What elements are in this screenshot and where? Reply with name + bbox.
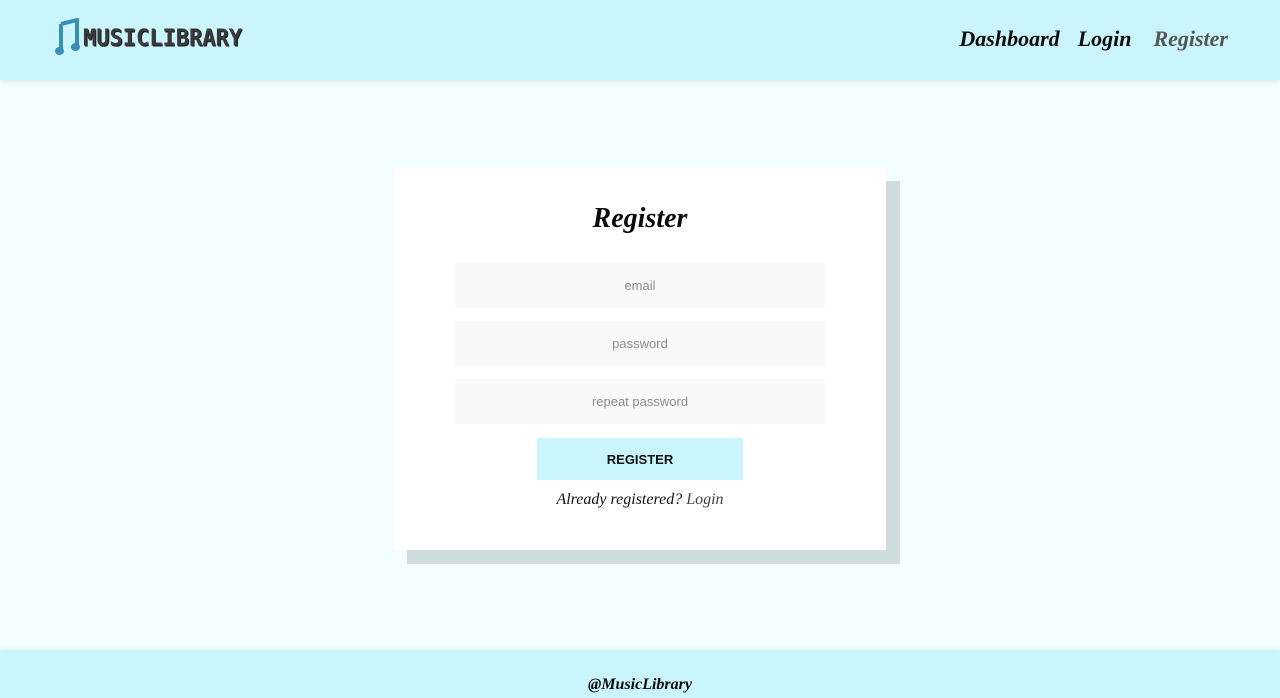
main-nav: Dashboard Login Register <box>959 26 1228 52</box>
register-card: Register REGISTER Already registered? Lo… <box>394 168 886 550</box>
header: MUSICLIBRARY Dashboard Login Register <box>0 0 1280 80</box>
logo-text: MUSICLIBRARY <box>83 24 242 52</box>
nav-register-link[interactable]: Register <box>1153 26 1228 52</box>
repeat-password-field[interactable] <box>455 379 825 424</box>
footer: @MusicLibrary <box>0 650 1280 698</box>
register-button[interactable]: REGISTER <box>537 438 743 480</box>
login-link[interactable]: Login <box>686 491 723 508</box>
logo[interactable]: MUSICLIBRARY <box>55 18 242 58</box>
nav-dashboard-link[interactable]: Dashboard <box>959 26 1059 52</box>
already-registered-label: Already registered? <box>556 491 683 508</box>
footer-text: @MusicLibrary <box>588 676 692 693</box>
register-title: Register <box>592 203 688 234</box>
music-note-icon <box>55 18 80 55</box>
nav-login-link[interactable]: Login <box>1078 26 1132 52</box>
password-field[interactable] <box>455 321 825 366</box>
email-field[interactable] <box>455 263 825 308</box>
already-registered-text: Already registered? Login <box>394 491 886 509</box>
